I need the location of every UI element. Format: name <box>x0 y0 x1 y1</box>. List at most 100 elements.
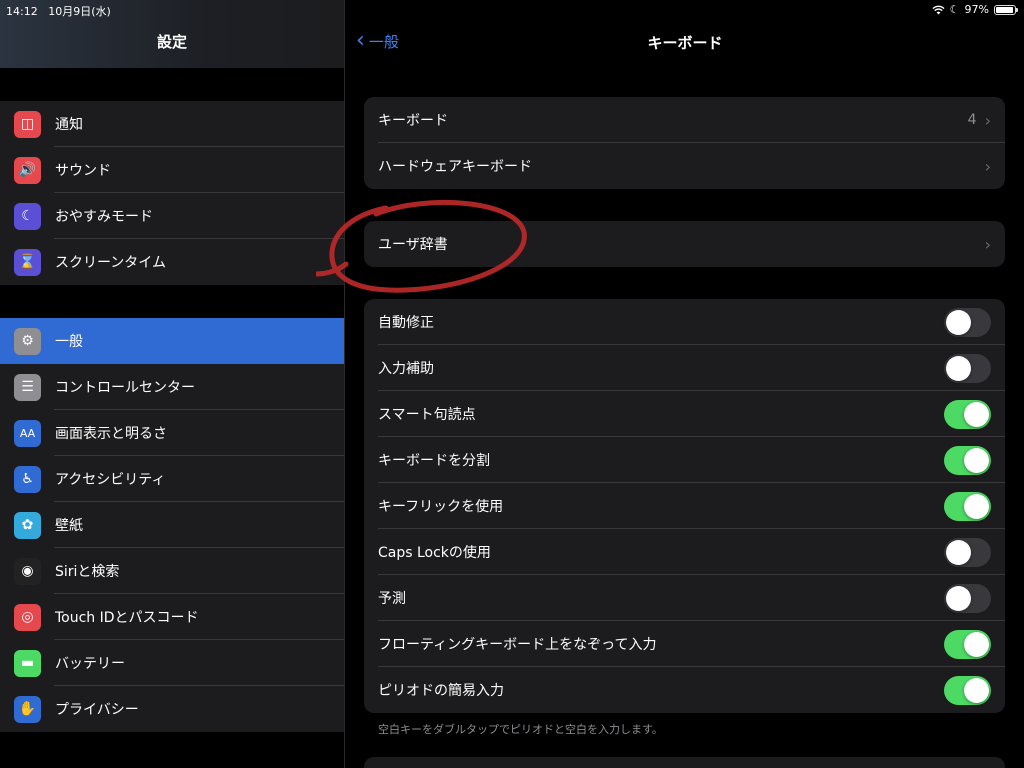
toggle-switch[interactable] <box>944 353 991 383</box>
sidebar-item-hand[interactable]: ✋ プライバシー <box>0 686 344 732</box>
keyboards-row[interactable]: キーボード 4 › <box>364 97 1005 143</box>
row-label: ハードウェアキーボード <box>378 159 532 175</box>
toggle-row: スマート句読点 <box>364 391 1005 437</box>
chevron-right-icon: › <box>984 156 991 176</box>
toggle-settings-group: 自動修正入力補助スマート句読点 キーボードを分割 キーフリックを使用 Caps Loc… <box>364 299 1005 713</box>
sidebar-item-label: アクセシビリティ <box>55 472 166 488</box>
hourglass-icon: ⌛ <box>14 248 41 276</box>
sidebar-item-accessibility[interactable]: ♿ アクセシビリティ <box>0 456 344 502</box>
sidebar-item-notification[interactable]: ◫ 通知 <box>0 101 344 147</box>
moon-status-icon: ☾ <box>949 3 960 16</box>
row-label: キーボードを分割 <box>378 453 490 469</box>
text-size-icon: AA <box>14 419 41 447</box>
sidebar-item-text-size[interactable]: AA 画面表示と明るさ <box>0 410 344 456</box>
keyboard-group: キーボード 4 › ハードウェアキーボード › <box>364 97 1005 189</box>
speaker-icon: 🔊 <box>14 156 41 184</box>
sidebar-item-flower[interactable]: ✿ 壁紙 <box>0 502 344 548</box>
toggle-knob <box>964 677 989 703</box>
row-label: 入力補助 <box>378 361 434 377</box>
toggle-switch[interactable] <box>944 675 991 705</box>
notification-icon: ◫ <box>14 110 41 138</box>
row-value: 4 <box>967 112 977 128</box>
toggle-row: ピリオドの簡易入力 <box>364 667 1005 713</box>
gear-icon: ⚙ <box>14 327 41 355</box>
sidebar-item-speaker[interactable]: 🔊 サウンド <box>0 147 344 193</box>
row-label: スマート句読点 <box>378 407 476 423</box>
toggle-knob <box>946 585 971 611</box>
toggle-row: キーフリックを使用 <box>364 483 1005 529</box>
sidebar-item-gear[interactable]: ⚙ 一般 <box>0 318 344 364</box>
hand-icon: ✋ <box>14 695 41 723</box>
sidebar-item-label: 一般 <box>55 334 83 350</box>
row-label: 自動修正 <box>378 315 434 331</box>
sidebar-item-label: 壁紙 <box>55 518 83 534</box>
row-label: フローティングキーボード上をなぞって入力 <box>378 637 657 653</box>
sidebar-item-label: おやすみモード <box>55 209 153 225</box>
status-bar: 14:12 10月9日(水) ☾ 97% <box>0 0 1024 20</box>
toggle-knob <box>964 631 989 657</box>
toggle-knob <box>946 309 971 335</box>
sidebar-item-label: サウンド <box>55 163 111 179</box>
sidebar-item-hourglass[interactable]: ⌛ スクリーンタイム <box>0 239 344 285</box>
moon-icon: ☾ <box>14 202 41 230</box>
sidebar-title: 設定 <box>156 32 187 51</box>
row-label: ユーザ辞書 <box>378 237 448 253</box>
toggles-icon: ☰ <box>14 373 41 401</box>
toggle-switch[interactable] <box>944 491 991 521</box>
toggle-row: 入力補助 <box>364 345 1005 391</box>
status-time: 14:12 10月9日(水) <box>6 5 111 18</box>
toggle-switch[interactable] <box>944 583 991 613</box>
sidebar-item-label: 画面表示と明るさ <box>55 426 167 442</box>
sidebar: 設定 ◫ 通知 🔊 サウンド ☾ おやすみモード ⌛ スクリーンタイム ⚙ 一般 ☰ コントロールセ… <box>0 0 345 768</box>
sidebar-item-fingerprint[interactable]: ◎ Touch IDとパスコード <box>0 594 344 640</box>
toggle-row: 予測 <box>364 575 1005 621</box>
sidebar-group-general: ⚙ 一般 ☰ コントロールセンター AA 画面表示と明るさ ♿ アクセシビリティ ✿ 壁紙 ◉ Sir… <box>0 318 344 732</box>
flower-icon: ✿ <box>14 511 41 539</box>
page-title: キーボード <box>647 34 723 52</box>
sidebar-item-label: 通知 <box>55 117 83 133</box>
status-right: ☾ 97% <box>932 3 1018 16</box>
toggle-switch[interactable] <box>944 537 991 567</box>
toggle-switch[interactable] <box>944 445 991 475</box>
toggle-row: 自動修正 <box>364 299 1005 345</box>
toggle-knob <box>964 493 989 519</box>
sidebar-group-notifications: ◫ 通知 🔊 サウンド ☾ おやすみモード ⌛ スクリーンタイム <box>0 101 344 285</box>
row-label: Caps Lockの使用 <box>378 545 491 561</box>
wifi-icon <box>932 5 945 14</box>
footnote: 空白キーをダブルタップでピリオドと空白を入力します。 <box>378 723 663 736</box>
chevron-right-icon: › <box>984 110 991 130</box>
toggle-switch[interactable] <box>944 629 991 659</box>
sidebar-item-label: コントロールセンター <box>55 380 195 396</box>
toggle-knob <box>946 539 971 565</box>
sidebar-item-label: Touch IDとパスコード <box>55 610 199 626</box>
hardware-keyboard-row[interactable]: ハードウェアキーボード › <box>364 143 1005 189</box>
toggle-switch[interactable] <box>944 399 991 429</box>
sidebar-item-label: バッテリー <box>55 656 125 672</box>
toggle-knob <box>946 355 971 381</box>
main-panel: ‹ 一般 キーボード キーボード 4 › ハードウェアキーボード › ユーザ辞書 › 自動… <box>346 0 1024 768</box>
toggle-row: キーボードを分割 <box>364 437 1005 483</box>
sidebar-item-label: スクリーンタイム <box>55 255 167 271</box>
sidebar-item-toggles[interactable]: ☰ コントロールセンター <box>0 364 344 410</box>
toggle-row: Caps Lockの使用 <box>364 529 1005 575</box>
toggle-knob <box>964 447 989 473</box>
row-label: キーフリックを使用 <box>378 499 504 515</box>
toggle-knob <box>964 401 989 427</box>
row-label: 予測 <box>378 591 406 607</box>
chevron-right-icon: › <box>984 234 991 254</box>
sidebar-item-battery[interactable]: ▬ バッテリー <box>0 640 344 686</box>
next-group-partial <box>364 757 1005 768</box>
sidebar-item-label: プライバシー <box>55 702 139 718</box>
sidebar-item-siri[interactable]: ◉ Siriと検索 <box>0 548 344 594</box>
row-label: ピリオドの簡易入力 <box>378 683 504 699</box>
sidebar-item-moon[interactable]: ☾ おやすみモード <box>0 193 344 239</box>
battery-icon: ▬ <box>14 649 41 677</box>
siri-icon: ◉ <box>14 557 41 585</box>
battery-percent: 97% <box>964 3 989 16</box>
sidebar-item-label: Siriと検索 <box>55 564 120 580</box>
row-label: キーボード <box>378 113 448 129</box>
accessibility-icon: ♿ <box>14 465 41 493</box>
user-dictionary-row[interactable]: ユーザ辞書 › <box>364 221 1005 267</box>
battery-icon <box>994 4 1018 15</box>
toggle-switch[interactable] <box>944 307 991 337</box>
